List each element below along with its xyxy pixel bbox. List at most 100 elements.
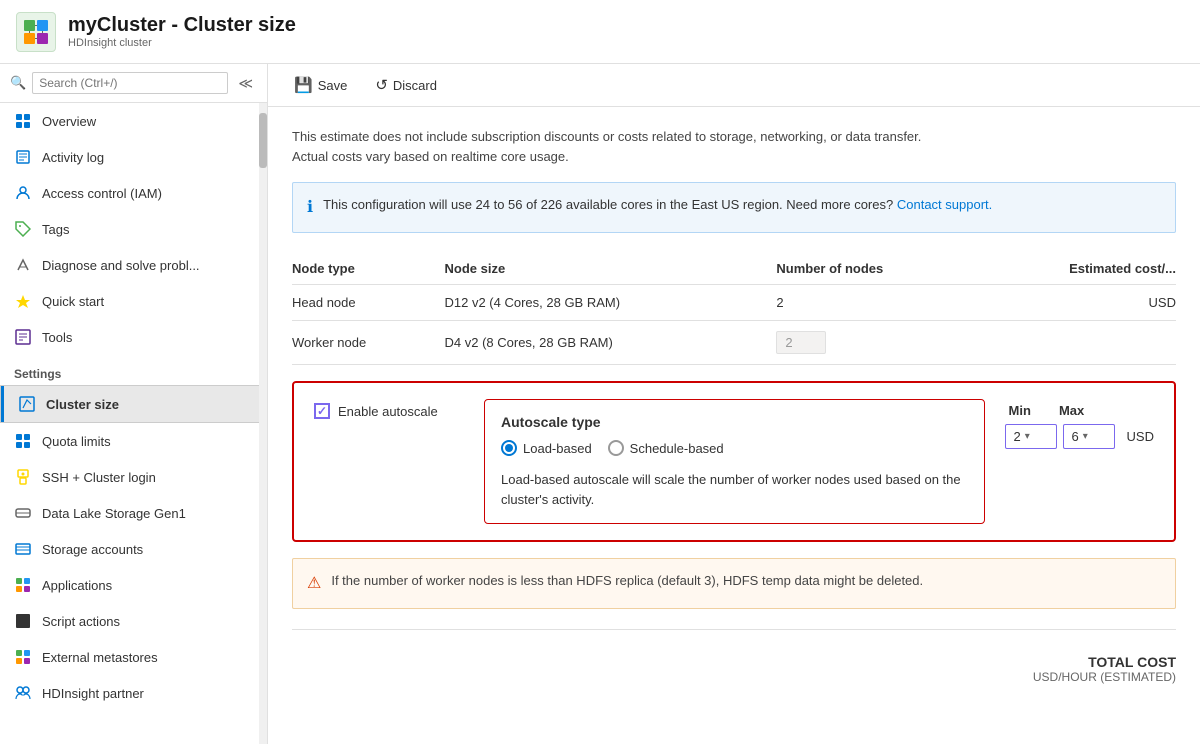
sidebar-item-label: Quick start <box>42 294 104 309</box>
ssh-icon <box>14 468 32 486</box>
external-metastores-icon <box>14 648 32 666</box>
contact-support-link[interactable]: Contact support. <box>897 197 992 212</box>
sidebar-item-hdinsight-partner[interactable]: HDInsight partner <box>0 675 259 711</box>
checkbox-check-icon: ✓ <box>317 404 327 418</box>
search-input[interactable] <box>32 72 228 94</box>
sidebar-item-ssh-login[interactable]: SSH + Cluster login <box>0 459 259 495</box>
applications-icon <box>14 576 32 594</box>
sidebar-item-label: External metastores <box>42 650 158 665</box>
quick-start-icon <box>14 292 32 310</box>
nodes-table: Node type Node size Number of nodes Esti… <box>292 253 1176 365</box>
head-node-count: 2 <box>776 285 986 321</box>
total-cost-label: TOTAL COST <box>292 654 1176 670</box>
sidebar-scroll-area: Overview Activity log Access control (IA… <box>0 103 267 744</box>
config-info-text: This configuration will use 24 to 56 of … <box>323 197 893 212</box>
min-label: Min <box>1009 403 1031 418</box>
search-container: 🔍 ≪ <box>0 64 267 103</box>
sidebar-item-label: Tools <box>42 330 72 345</box>
settings-section-label: Settings <box>0 355 259 385</box>
tools-icon <box>14 328 32 346</box>
sidebar-item-label: Access control (IAM) <box>42 186 162 201</box>
sidebar-item-label: Applications <box>42 578 112 593</box>
min-max-section: Min Max 2 ▾ 6 ▾ USD <box>1005 399 1154 449</box>
radio-outer-selected <box>501 440 517 456</box>
sidebar-nav: Overview Activity log Access control (IA… <box>0 103 259 744</box>
toolbar: 💾 Save ↺ Discard <box>268 64 1200 107</box>
worker-node-cost <box>987 321 1176 365</box>
sidebar-item-overview[interactable]: Overview <box>0 103 259 139</box>
col-est-cost: Estimated cost/... <box>987 253 1176 285</box>
sidebar-item-applications[interactable]: Applications <box>0 567 259 603</box>
sidebar-item-script-actions[interactable]: Script actions <box>0 603 259 639</box>
worker-node-count: 2 <box>776 321 986 365</box>
sidebar-item-label: Cluster size <box>46 397 119 412</box>
tags-icon <box>14 220 32 238</box>
sidebar-item-diagnose[interactable]: Diagnose and solve probl... <box>0 247 259 283</box>
autoscale-desc: Load-based autoscale will scale the numb… <box>501 470 968 509</box>
autoscale-type-label: Autoscale type <box>501 414 968 430</box>
max-value-select[interactable]: 6 ▾ <box>1063 424 1115 449</box>
min-value-select[interactable]: 2 ▾ <box>1005 424 1057 449</box>
info-text: This estimate does not include subscript… <box>292 127 1176 166</box>
sidebar-item-label: Storage accounts <box>42 542 143 557</box>
activity-log-icon <box>14 148 32 166</box>
max-value: 6 <box>1072 429 1079 444</box>
min-max-labels: Min Max <box>1005 403 1085 418</box>
sidebar-item-access-control[interactable]: Access control (IAM) <box>0 175 259 211</box>
head-node-size: D12 v2 (4 Cores, 28 GB RAM) <box>445 285 777 321</box>
max-label: Max <box>1059 403 1084 418</box>
config-info-box: ℹ This configuration will use 24 to 56 o… <box>292 182 1176 233</box>
scrollbar-thumb <box>259 113 267 168</box>
search-icon: 🔍 <box>10 75 26 91</box>
autoscale-inner-box: Autoscale type Load-based Schedule-based <box>484 399 985 524</box>
col-num-nodes: Number of nodes <box>776 253 986 285</box>
access-control-icon <box>14 184 32 202</box>
autoscale-checkbox[interactable]: ✓ <box>314 403 330 419</box>
min-chevron-icon: ▾ <box>1025 431 1030 442</box>
collapse-icon[interactable]: ≪ <box>234 73 257 94</box>
max-chevron-icon: ▾ <box>1083 431 1088 442</box>
total-cost-sub: USD/HOUR (ESTIMATED) <box>292 670 1176 684</box>
min-value: 2 <box>1014 429 1021 444</box>
discard-button[interactable]: ↺ Discard <box>369 72 443 98</box>
quota-limits-icon <box>14 432 32 450</box>
head-node-type: Head node <box>292 285 445 321</box>
sidebar-item-quick-start[interactable]: Quick start <box>0 283 259 319</box>
radio-outer-empty <box>608 440 624 456</box>
sidebar-item-data-lake[interactable]: Data Lake Storage Gen1 <box>0 495 259 531</box>
worker-node-size: D4 v2 (8 Cores, 28 GB RAM) <box>445 321 777 365</box>
sidebar-item-quota-limits[interactable]: Quota limits <box>0 423 259 459</box>
sidebar-item-tags[interactable]: Tags <box>0 211 259 247</box>
script-actions-icon <box>14 612 32 630</box>
cluster-icon <box>22 18 50 46</box>
sidebar-item-external-metastores[interactable]: External metastores <box>0 639 259 675</box>
schedule-based-label: Schedule-based <box>630 441 724 456</box>
content-body: This estimate does not include subscript… <box>268 107 1200 744</box>
info-icon: ℹ <box>307 196 313 220</box>
save-button[interactable]: 💾 Save <box>288 72 353 98</box>
col-node-type: Node type <box>292 253 445 285</box>
radio-schedule-based[interactable]: Schedule-based <box>608 440 724 456</box>
sidebar-item-activity-log[interactable]: Activity log <box>0 139 259 175</box>
sidebar-item-label: Activity log <box>42 150 104 165</box>
col-node-size: Node size <box>445 253 777 285</box>
content-area: 💾 Save ↺ Discard This estimate does not … <box>268 64 1200 744</box>
sidebar-item-label: Data Lake Storage Gen1 <box>42 506 186 521</box>
header-text: myCluster - Cluster size HDInsight clust… <box>68 14 296 49</box>
header-icon <box>16 12 56 52</box>
table-row: Worker node D4 v2 (8 Cores, 28 GB RAM) 2 <box>292 321 1176 365</box>
data-lake-icon <box>14 504 32 522</box>
save-icon: 💾 <box>294 76 313 94</box>
radio-load-based[interactable]: Load-based <box>501 440 592 456</box>
cost-unit-label: USD <box>1127 429 1154 444</box>
sidebar-item-cluster-size[interactable]: Cluster size <box>0 385 259 423</box>
discard-icon: ↺ <box>375 76 388 94</box>
overview-icon <box>14 112 32 130</box>
sidebar-item-label: Tags <box>42 222 69 237</box>
divider <box>292 629 1176 630</box>
autoscale-radios: Load-based Schedule-based <box>501 440 968 456</box>
sidebar-item-storage-accounts[interactable]: Storage accounts <box>0 531 259 567</box>
sidebar-item-tools[interactable]: Tools <box>0 319 259 355</box>
storage-icon <box>14 540 32 558</box>
hdinsight-partner-icon <box>14 684 32 702</box>
